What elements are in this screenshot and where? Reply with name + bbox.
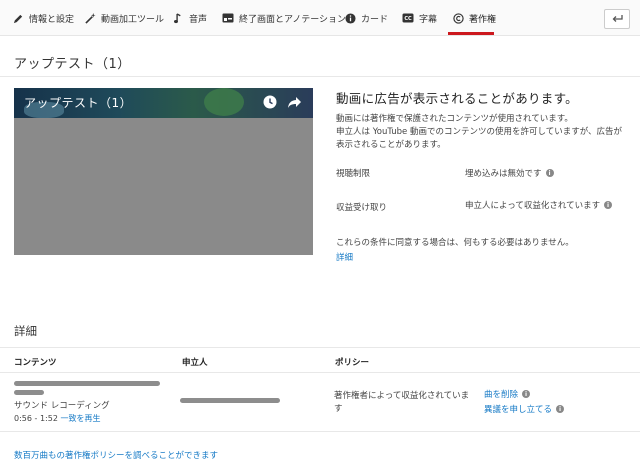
- video-title: アップテスト（1）: [24, 96, 133, 110]
- redacted-claimant: [180, 398, 280, 403]
- tab-bar: 情報と設定 動画加工ツール 音声 終了画面とアノテーション カード CC 字幕: [0, 0, 640, 36]
- tab-label: 情報と設定: [29, 14, 75, 25]
- tab-cards[interactable]: カード: [344, 0, 388, 36]
- revenue-value: 申立人によって収益化されています i: [465, 199, 613, 211]
- table-header-divider: [0, 372, 640, 373]
- music-note-icon: [172, 12, 184, 24]
- dispute-link[interactable]: 異議を申し立てる: [484, 403, 552, 415]
- magic-wand-icon: [84, 12, 96, 24]
- share-icon[interactable]: [286, 94, 302, 110]
- tab-audio[interactable]: 音声: [172, 0, 207, 36]
- ads-notice-title: 動画に広告が表示されることがあります。: [336, 91, 578, 106]
- revenue-label: 収益受け取り: [336, 203, 388, 213]
- thumbnail-shape: [204, 88, 244, 116]
- page-title: アップテスト（1）: [14, 57, 131, 72]
- revenue-text: 申立人によって収益化されています: [465, 201, 601, 211]
- match-range: 0:56 - 1:52 一致を再生: [14, 413, 100, 424]
- play-match-link[interactable]: 一致を再生: [60, 414, 100, 423]
- copyright-icon: [452, 12, 464, 24]
- redacted-content-title: [14, 390, 44, 395]
- tab-label: カード: [361, 14, 389, 25]
- agree-notice: これらの条件に同意する場合は、何もする必要はありません。 詳細: [336, 236, 574, 263]
- viewing-restriction-label: 視聴制限: [336, 169, 371, 179]
- video-player[interactable]: アップテスト（1）: [14, 88, 313, 255]
- content-type: サウンド レコーディング: [14, 401, 110, 411]
- remove-song-link[interactable]: 曲を削除: [484, 388, 518, 400]
- title-divider: [0, 76, 640, 77]
- notice-line: 動画には著作権で保護されたコンテンツが使用されています。: [336, 114, 573, 124]
- agree-text: これらの条件に同意する場合は、何もする必要はありません。: [336, 238, 574, 248]
- column-header-content: コンテンツ: [14, 358, 57, 368]
- ads-notice-body: 動画には著作権で保護されたコンテンツが使用されています。 申立人は YouTub…: [336, 113, 626, 152]
- tab-label: 著作権: [469, 14, 497, 25]
- details-section-title: 詳細: [14, 324, 37, 338]
- tab-label: 字幕: [419, 14, 438, 25]
- tab-label: 音声: [189, 14, 208, 25]
- tab-end-screen-annotations[interactable]: 終了画面とアノテーション: [222, 0, 346, 36]
- info-icon[interactable]: i: [604, 201, 613, 209]
- back-arrow-icon: [612, 12, 623, 26]
- info-icon[interactable]: i: [545, 169, 554, 177]
- svg-text:CC: CC: [404, 16, 412, 22]
- copyright-policy-link[interactable]: 数百万曲もの著作権ポリシーを調べることができます: [14, 449, 218, 461]
- details-divider-top: [0, 347, 640, 348]
- policy-text: 著作権者によって収益化されています: [334, 391, 470, 414]
- dispute-action: 異議を申し立てる i: [484, 403, 565, 415]
- tab-label: 終了画面とアノテーション: [239, 14, 347, 25]
- info-icon[interactable]: i: [556, 405, 565, 413]
- details-link[interactable]: 詳細: [336, 251, 574, 263]
- pencil-icon: [12, 12, 24, 24]
- table-bottom-divider: [0, 431, 640, 432]
- captions-icon: CC: [402, 12, 414, 24]
- info-icon: [344, 12, 356, 24]
- tab-enhancements[interactable]: 動画加工ツール: [84, 0, 164, 36]
- active-tab-indicator: [448, 32, 494, 35]
- viewing-restriction-text: 埋め込みは無効です: [465, 169, 542, 179]
- notice-line: 申立人は YouTube 動画でのコンテンツの使用を許可していますが、広告が表示…: [336, 127, 623, 150]
- tab-subtitles[interactable]: CC 字幕: [402, 0, 437, 36]
- viewing-restriction-value: 埋め込みは無効です i: [465, 167, 554, 179]
- column-header-claimant: 申立人: [182, 358, 208, 368]
- tab-copyright[interactable]: 著作権: [452, 0, 496, 36]
- redacted-content-title: [14, 381, 160, 386]
- remove-song-action: 曲を削除 i: [484, 388, 531, 400]
- info-icon[interactable]: i: [522, 390, 531, 398]
- back-button[interactable]: [604, 9, 630, 29]
- end-screen-icon: [222, 12, 234, 24]
- tab-info-settings[interactable]: 情報と設定: [12, 0, 74, 36]
- column-header-policy: ポリシー: [335, 358, 370, 368]
- watch-later-icon[interactable]: [262, 94, 278, 110]
- time-range: 0:56 - 1:52: [14, 414, 58, 423]
- tab-label: 動画加工ツール: [101, 14, 165, 25]
